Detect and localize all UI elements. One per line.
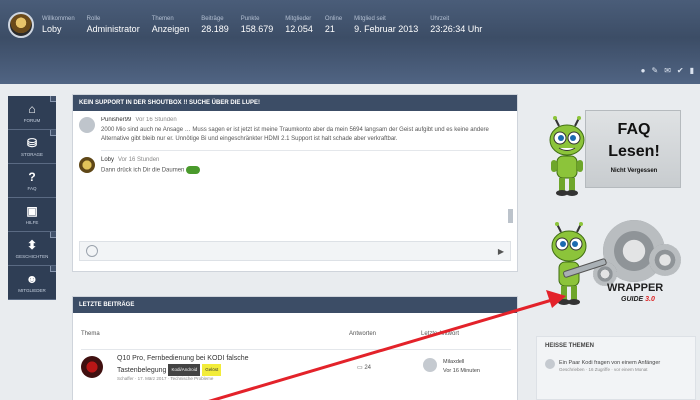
stat-role: Rolle Administrator xyxy=(86,16,140,34)
users-icon: ☻ xyxy=(25,271,39,286)
faq-banner[interactable]: FAQ Lesen! Nicht Vergessen xyxy=(545,110,681,200)
nav-item-storage[interactable]: ⛁ Storage xyxy=(8,130,56,164)
post-last-answer: Milaxdell Vor 16 Minuten xyxy=(443,359,480,374)
nav-item-stories[interactable]: ⬍ Geschichten xyxy=(8,232,56,266)
list-item[interactable]: Ein Paar Kodi fragen von einem Anfänger … xyxy=(545,359,687,372)
stat-members: Mitglieder 12.054 xyxy=(285,16,313,34)
sidebar-nav: ⌂ Forum ⛁ Storage ? FAQ ▣ Hilfe ⬍ Geschichten… xyxy=(8,96,56,300)
avatar[interactable] xyxy=(79,157,95,173)
nav-item-faq[interactable]: ? FAQ xyxy=(8,164,56,198)
corner-marker xyxy=(50,96,56,102)
shoutbox-input-row: ▶ xyxy=(79,241,511,261)
send-icon[interactable]: ▶ xyxy=(498,247,504,256)
message-author[interactable]: Loby xyxy=(101,157,114,163)
corner-marker xyxy=(50,130,56,136)
nav-item-forum[interactable]: ⌂ Forum xyxy=(8,96,56,130)
robot-mascot-icon xyxy=(551,222,607,305)
briefcase-icon: ▣ xyxy=(26,203,38,218)
avatar xyxy=(545,359,555,369)
latest-posts-title: Letzte Beiträge xyxy=(73,297,517,313)
avatar[interactable] xyxy=(79,117,95,133)
stat-welcome: Willkommen Loby xyxy=(42,16,75,34)
avatar[interactable] xyxy=(81,356,103,378)
hot-topic-title[interactable]: Ein Paar Kodi fragen von einem Anfänger xyxy=(559,359,660,367)
user-avatar[interactable] xyxy=(8,12,34,38)
col-last-answer: Letzte Antwort xyxy=(421,331,460,337)
stat-time: Uhrzeit 23:26:34 Uhr xyxy=(430,16,483,34)
stat-points: Punkte 158.679 xyxy=(240,16,274,34)
post-meta: Schaffer · 17. März 2017 · Technische Pr… xyxy=(117,376,214,381)
stat-member-since: Mitglied seit 9. Februar 2013 xyxy=(354,16,419,34)
wrapper-subtitle: GUIDE 3.0 xyxy=(621,296,655,303)
wrapper-title: WRAPPER xyxy=(607,282,664,294)
hot-topics-title: Heiße Themen xyxy=(545,343,595,349)
shout-message: Loby Vor 16 Stunden Dann drück ich Dir di… xyxy=(79,157,511,176)
corner-marker xyxy=(50,266,56,272)
latest-posts-panel: Letzte Beiträge Thema Antworten Letzte A… xyxy=(72,296,518,400)
nav-item-members[interactable]: ☻ Mitglieder xyxy=(8,266,56,300)
hot-topics-panel: Heiße Themen Ein Paar Kodi fragen von ei… xyxy=(536,336,696,400)
divider xyxy=(101,150,511,151)
col-answers: Antworten xyxy=(349,331,377,337)
robot-mascot-icon xyxy=(549,116,585,196)
col-topic: Thema xyxy=(81,331,100,337)
faq-sign: FAQ Lesen! Nicht Vergessen xyxy=(585,110,681,188)
status-badge: Gelöst xyxy=(202,364,222,376)
avatar[interactable] xyxy=(423,358,437,372)
post-answers: ▭ 24 xyxy=(357,365,372,371)
header-icons: ● ✎ ✉ ✔ ▮ xyxy=(641,66,694,75)
hot-topic-meta: Geschrieben · 16 Zugriffe · vor einem Mo… xyxy=(559,367,648,372)
message-time: Vor 16 Stunden xyxy=(135,117,177,123)
check-icon[interactable]: ✔ xyxy=(677,66,684,75)
edit-icon[interactable]: ✎ xyxy=(651,66,658,75)
storage-icon: ⛁ xyxy=(26,135,38,150)
question-icon: ? xyxy=(28,169,36,184)
gear-icon xyxy=(649,244,681,276)
corner-marker xyxy=(50,232,56,238)
user-stats-bar: Willkommen Loby Rolle Administrator Themen… xyxy=(0,0,700,50)
message-time: Vor 16 Stunden xyxy=(118,157,160,163)
prefix-badge: Kodi/Android xyxy=(168,364,201,376)
mail-icon[interactable]: ✉ xyxy=(664,66,671,75)
stat-posts: Beiträge 28.189 xyxy=(201,16,229,34)
shoutbox-input[interactable] xyxy=(104,248,498,254)
stat-topics: Themen Anzeigen xyxy=(151,16,190,34)
message-text: Dann drück ich Dir die Daumen xyxy=(101,167,185,174)
shoutbox-messages: Punisher99 Vor 16 Stunden 2000 Mio sind a… xyxy=(79,117,511,235)
nav-item-help[interactable]: ▣ Hilfe xyxy=(8,198,56,232)
shoutbox-title: Kein Support in der Shoutbox !! Suche üb… xyxy=(73,95,517,111)
wrapper-guide-banner[interactable]: WRAPPER GUIDE 3.0 xyxy=(545,218,681,314)
stat-online: Online 21 xyxy=(324,16,343,34)
home-icon: ⌂ xyxy=(28,101,36,116)
notification-icon[interactable]: ● xyxy=(641,66,646,75)
message-author[interactable]: Punisher99 xyxy=(101,117,131,123)
menu-icon[interactable]: ▮ xyxy=(690,66,694,75)
shoutbox-scrollbar[interactable] xyxy=(508,209,513,223)
table-row[interactable]: Q10 Pro, Fernbedienung bei KODI falsche … xyxy=(81,349,511,381)
site-header: Willkommen Loby Rolle Administrator Themen… xyxy=(0,0,700,84)
pin-icon: ⬍ xyxy=(26,237,38,252)
smiley-icon xyxy=(186,166,201,174)
emoji-icon[interactable] xyxy=(86,245,98,257)
shoutbox-panel: Kein Support in der Shoutbox !! Suche üb… xyxy=(72,94,518,272)
message-text: 2000 Mio sind auch ne Ansage … Muss sage… xyxy=(101,127,489,142)
shout-message: Punisher99 Vor 16 Stunden 2000 Mio sind a… xyxy=(79,117,511,144)
